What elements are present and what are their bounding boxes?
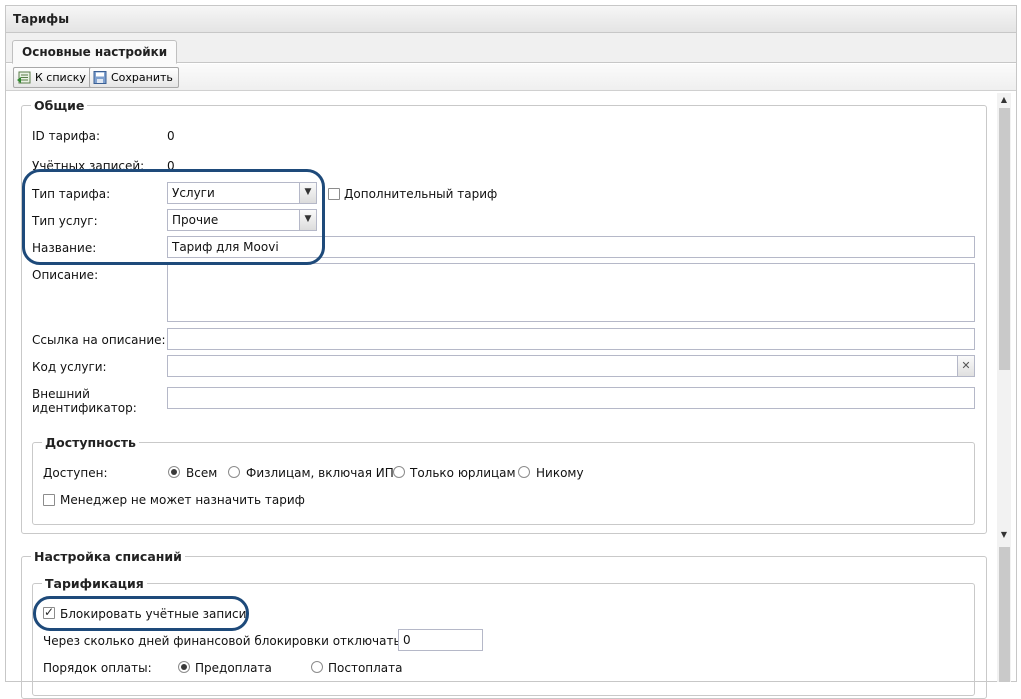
highlight-tariff-fields	[22, 169, 325, 265]
additional-tariff-label[interactable]: Дополнительный тариф	[344, 187, 497, 201]
tariff-id-label: ID тарифа:	[32, 129, 101, 143]
external-id-input[interactable]	[167, 387, 975, 409]
scrollbar-thumb[interactable]	[999, 108, 1010, 370]
tarification-legend: Тарификация	[45, 576, 144, 591]
additional-tariff-checkbox[interactable]	[328, 188, 340, 200]
service-code-input[interactable]: ✕	[167, 355, 975, 377]
charges-legend: Настройка списаний	[34, 549, 182, 564]
block-days-label: Через сколько дней финансовой блокировки…	[43, 634, 424, 648]
save-label: Сохранить	[111, 71, 173, 84]
availability-option-individuals[interactable]: Физлицам, включая ИП	[246, 466, 394, 480]
panel-title: Тарифы	[13, 12, 70, 26]
highlight-block-accounts	[33, 596, 249, 631]
availability-option-all[interactable]: Всем	[186, 466, 217, 480]
tab-main-settings[interactable]: Основные настройки	[12, 40, 178, 64]
availability-radio-nobody[interactable]	[518, 466, 530, 478]
description-label: Описание:	[32, 268, 99, 282]
save-button[interactable]: Сохранить	[89, 67, 179, 88]
availability-radio-individuals[interactable]	[228, 466, 240, 478]
external-id-label-line1: Внешний	[32, 387, 90, 401]
availability-option-legal[interactable]: Только юрлицам	[410, 466, 516, 480]
service-code-label: Код услуги:	[32, 360, 107, 374]
payment-radio-postpaid[interactable]	[311, 661, 323, 673]
scrollbar-track-lower[interactable]	[999, 547, 1010, 682]
availability-fieldset: Доступность	[32, 435, 975, 525]
save-icon	[93, 71, 108, 84]
panel-titlebar: Тарифы	[5, 5, 1017, 33]
scroll-down-icon[interactable]: ▼	[999, 530, 1009, 539]
manager-cannot-assign-label[interactable]: Менеджер не может назначить тариф	[60, 493, 305, 507]
availability-radio-all[interactable]	[168, 466, 180, 478]
manager-cannot-assign-checkbox[interactable]	[43, 494, 55, 506]
available-label: Доступен:	[43, 466, 108, 480]
availability-radio-legal[interactable]	[393, 466, 405, 478]
availability-legend: Доступность	[45, 435, 136, 450]
block-days-input[interactable]: 0	[398, 629, 483, 651]
payment-radio-prepaid[interactable]	[178, 661, 190, 673]
availability-option-nobody[interactable]: Никому	[536, 466, 584, 480]
external-id-label-line2: идентификатор:	[32, 401, 137, 415]
scroll-up-icon[interactable]: ▲	[999, 95, 1009, 104]
back-to-list-button[interactable]: К списку	[13, 67, 92, 88]
description-link-input[interactable]	[167, 328, 975, 350]
general-legend: Общие	[34, 98, 85, 113]
payment-order-label: Порядок оплаты:	[43, 661, 152, 675]
description-link-label: Ссылка на описание:	[32, 333, 166, 347]
tariff-id-value: 0	[167, 129, 175, 143]
description-textarea[interactable]	[167, 263, 975, 322]
back-to-list-label: К списку	[35, 71, 86, 84]
clear-icon[interactable]: ✕	[957, 356, 974, 376]
payment-option-prepaid[interactable]: Предоплата	[195, 661, 272, 675]
list-back-icon	[17, 71, 32, 84]
payment-option-postpaid[interactable]: Постоплата	[328, 661, 403, 675]
